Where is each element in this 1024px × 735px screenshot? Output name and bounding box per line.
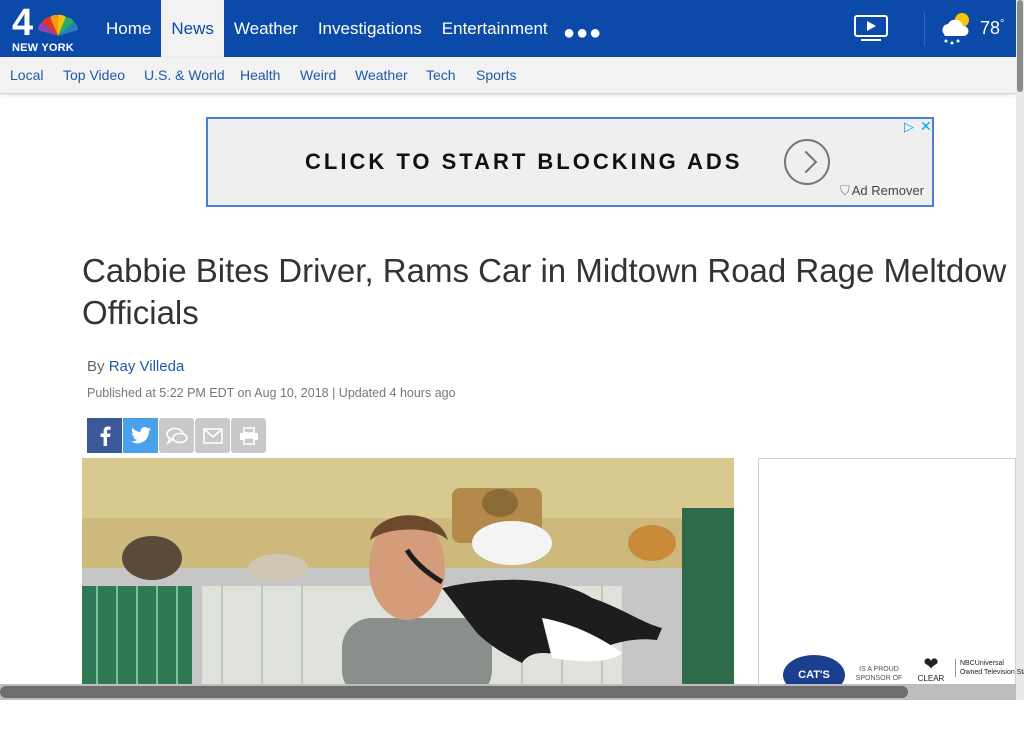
subnav-us-world[interactable]: U.S. & World [144, 67, 225, 83]
arrow-right-icon[interactable] [784, 139, 830, 185]
ad-remover-label: Ad Remover [851, 183, 925, 198]
email-share-button[interactable] [195, 418, 230, 453]
ad-choices-icon[interactable]: ▷ [904, 119, 914, 135]
print-icon [239, 426, 258, 445]
nbcu-line-2: Owned Television Stations [960, 669, 1024, 676]
subnav-sports[interactable]: Sports [476, 67, 516, 83]
comments-share-button[interactable] [159, 418, 194, 453]
facebook-share-button[interactable] [87, 418, 122, 453]
heart-paw-icon: ❤ [923, 654, 939, 674]
nbcu-logo: NBCUniversal Owned Television Stations [955, 659, 1024, 677]
subnav-top-video[interactable]: Top Video [63, 67, 125, 83]
comments-icon [165, 427, 188, 445]
nav-weather[interactable]: Weather [224, 0, 308, 57]
nav-home[interactable]: Home [96, 0, 161, 57]
shield-icon: ⛉ [840, 183, 850, 198]
sponsor-text: IS A PROUD SPONSOR OF [855, 666, 903, 682]
vertical-scrollbar-thumb[interactable] [1017, 0, 1023, 92]
article-headline: Cabbie Bites Driver, Rams Car in Midtown… [82, 250, 1022, 334]
sidebar-ad[interactable]: CAT'S PRIDE IS A PROUD SPONSOR OF ❤ CLEA… [758, 458, 1024, 721]
author-link[interactable]: Ray Villeda [109, 358, 185, 375]
twitter-share-button[interactable] [123, 418, 158, 453]
nav-investigations[interactable]: Investigations [308, 0, 432, 57]
logo-number: 4 [12, 2, 33, 44]
partly-cloudy-rain-icon[interactable] [936, 10, 974, 48]
email-icon [202, 427, 223, 444]
hero-video-thumbnail[interactable] [82, 458, 734, 700]
byline: By Ray Villeda [87, 358, 184, 375]
peacock-icon [38, 14, 78, 36]
subnav-health[interactable]: Health [240, 67, 280, 83]
by-prefix: By [87, 358, 105, 375]
hero-scene-image [82, 458, 734, 700]
main-nav: Home News Weather Investigations Enterta… [96, 0, 558, 57]
headline-line-2: Officials [82, 294, 199, 331]
nav-news[interactable]: News [161, 0, 224, 57]
subnav-weather[interactable]: Weather [355, 67, 408, 83]
nbcu-line-1: NBCUniversal [960, 660, 1004, 667]
sub-navigation-bar: Local Top Video U.S. & World Health Weir… [0, 57, 1016, 94]
ad-text: CLICK TO START BLOCKING ADS [305, 149, 743, 174]
banner-ad[interactable]: CLICK TO START BLOCKING ADS ▷ ✕ ⛉ Ad Remo… [206, 117, 934, 207]
more-dots-icon[interactable]: ●●● [563, 22, 602, 45]
temperature-value: 78 [980, 18, 1001, 38]
top-navigation-bar: 4 NEW YORK Home News Weather Investigati… [0, 0, 1016, 57]
facebook-icon [100, 426, 111, 446]
nav-divider [924, 12, 925, 46]
published-date: Published at 5:22 PM EDT on Aug 10, 2018… [87, 386, 456, 400]
nbc-new-york-logo[interactable]: 4 NEW YORK [10, 2, 80, 54]
horizontal-scrollbar-thumb[interactable] [0, 686, 908, 698]
logo-city: NEW YORK [12, 42, 74, 54]
headline-line-1: Cabbie Bites Driver, Rams Car in Midtown… [82, 252, 1007, 289]
nav-entertainment[interactable]: Entertainment [432, 0, 558, 57]
twitter-icon [130, 427, 151, 444]
close-icon[interactable]: ✕ [920, 118, 932, 135]
vertical-scrollbar[interactable] [1016, 0, 1024, 700]
print-share-button[interactable] [231, 418, 266, 453]
subnav-weird[interactable]: Weird [300, 67, 336, 83]
subnav-local[interactable]: Local [10, 67, 43, 83]
temperature[interactable]: 78° [980, 18, 1004, 39]
ad-remover[interactable]: ⛉ Ad Remover [840, 183, 924, 199]
temperature-unit: ° [1000, 18, 1005, 30]
subnav-tech[interactable]: Tech [426, 67, 456, 83]
video-play-icon[interactable] [853, 14, 889, 42]
